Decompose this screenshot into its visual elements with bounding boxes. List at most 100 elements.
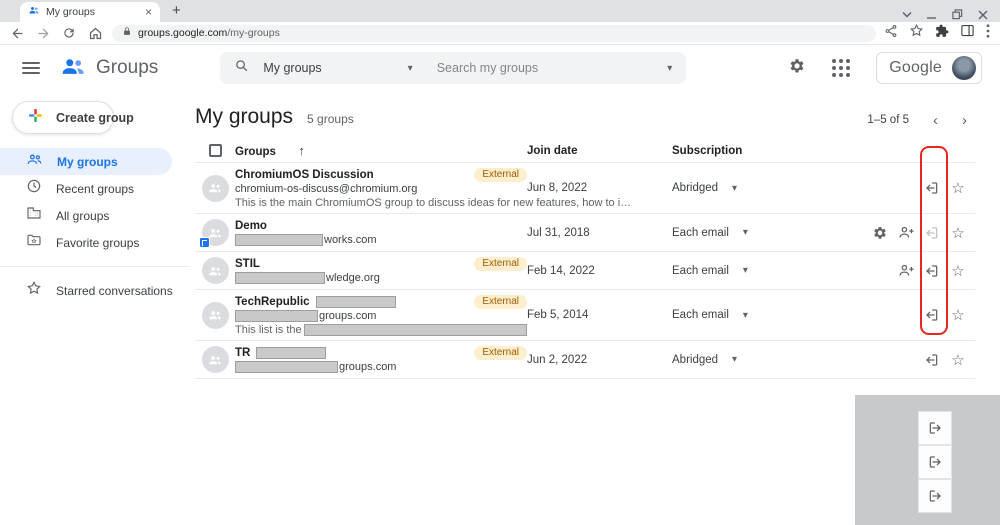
column-groups[interactable]: Groups xyxy=(235,146,276,158)
subscription-value: Each email xyxy=(672,226,729,239)
sidebar-item-recent-groups[interactable]: Recent groups xyxy=(0,175,190,202)
table-row[interactable]: Demo works.com Jul 31, 2018 Each email ▾… xyxy=(195,214,975,252)
close-icon[interactable] xyxy=(978,10,988,20)
table-header: Groups ↑ Join date Subscription xyxy=(195,139,975,163)
browser-tab[interactable]: My groups × xyxy=(20,2,160,22)
side-panel-icon[interactable] xyxy=(960,23,975,43)
sidebar-item-my-groups[interactable]: My groups xyxy=(0,148,172,175)
avatar[interactable] xyxy=(952,56,976,80)
chevron-down-icon: ▾ xyxy=(742,265,748,276)
sidebar-item-all-groups[interactable]: All groups xyxy=(0,202,190,229)
bookmark-star-icon[interactable] xyxy=(909,23,924,43)
sign-out-icon xyxy=(918,479,952,513)
external-badge: External xyxy=(474,167,527,182)
join-date: Jul 31, 2018 xyxy=(527,226,590,239)
sidebar: Create group My groups Recent groups All… xyxy=(0,91,190,524)
group-name: Demo xyxy=(235,219,267,232)
group-email: groups.com xyxy=(339,361,397,373)
column-join-date[interactable]: Join date xyxy=(527,145,672,157)
star-button[interactable]: ☆ xyxy=(945,348,971,372)
extensions-icon[interactable] xyxy=(935,24,949,43)
subscription-select[interactable]: Each email ▾ xyxy=(672,227,802,239)
group-settings-button[interactable] xyxy=(867,221,893,245)
minimize-icon[interactable] xyxy=(927,10,937,20)
table-row[interactable]: STIL External wledge.org Feb 14, 2022 Ea… xyxy=(195,252,975,290)
leave-group-button[interactable] xyxy=(919,176,945,200)
search-input[interactable]: Search my groups xyxy=(437,61,668,75)
new-tab-button[interactable]: + xyxy=(172,2,181,20)
google-account-pill[interactable]: Google xyxy=(876,52,982,84)
group-avatar-icon xyxy=(198,219,229,248)
groups-favicon-icon xyxy=(28,3,40,21)
redacted-text xyxy=(303,323,527,336)
group-email: wledge.org xyxy=(326,272,380,284)
search-bar[interactable]: My groups ▾ Search my groups ▾ xyxy=(220,52,687,84)
subscription-value: Each email xyxy=(672,309,729,321)
inset-strip xyxy=(918,411,952,513)
subscription-select[interactable]: Abridged ▾ xyxy=(672,182,802,194)
search-options-icon[interactable]: ▾ xyxy=(667,63,672,74)
address-bar[interactable]: groups.google.com/my-groups xyxy=(112,24,876,42)
select-all-checkbox[interactable] xyxy=(208,144,222,157)
star-button[interactable]: ☆ xyxy=(945,221,971,245)
add-members-button[interactable] xyxy=(893,259,919,283)
google-apps-icon[interactable] xyxy=(832,59,851,77)
chevron-down-icon[interactable] xyxy=(902,11,912,18)
star-button[interactable]: ☆ xyxy=(945,259,971,283)
tab-close-icon[interactable]: × xyxy=(145,5,152,19)
sidebar-item-favorite-groups[interactable]: Favorite groups xyxy=(0,229,190,256)
browser-menu-icon[interactable] xyxy=(986,23,990,43)
external-badge: External xyxy=(474,294,527,309)
leave-group-button[interactable] xyxy=(919,221,945,245)
star-button[interactable]: ☆ xyxy=(945,303,971,327)
star-button[interactable]: ☆ xyxy=(945,176,971,200)
search-scope-select[interactable]: My groups xyxy=(263,61,321,75)
back-icon[interactable] xyxy=(8,24,26,42)
home-icon[interactable] xyxy=(86,24,104,42)
leave-group-button[interactable] xyxy=(919,348,945,372)
subscription-select[interactable]: Each email ▾ xyxy=(672,265,802,277)
redacted-text xyxy=(235,310,318,322)
page-next-icon[interactable]: › xyxy=(962,113,967,128)
sidebar-item-starred-conversations[interactable]: Starred conversations xyxy=(0,277,190,304)
folder-icon xyxy=(26,232,42,253)
sign-out-icon xyxy=(918,445,952,479)
add-members-button[interactable] xyxy=(893,221,919,245)
leave-group-button[interactable] xyxy=(919,259,945,283)
group-avatar-icon xyxy=(201,174,229,202)
divider xyxy=(0,266,190,267)
sort-ascending-icon[interactable]: ↑ xyxy=(298,143,305,158)
join-date: Feb 14, 2022 xyxy=(527,264,595,277)
chevron-down-icon[interactable]: ▾ xyxy=(408,63,413,74)
reload-icon[interactable] xyxy=(60,24,78,42)
create-group-button[interactable]: Create group xyxy=(12,101,134,134)
page-title: My groups xyxy=(195,105,294,128)
external-badge: External xyxy=(474,256,527,271)
subscription-select[interactable]: Abridged ▾ xyxy=(672,354,802,366)
url-path: /my-groups xyxy=(227,27,280,39)
column-subscription[interactable]: Subscription xyxy=(672,145,742,157)
forward-icon[interactable] xyxy=(34,24,52,42)
chevron-down-icon: ▾ xyxy=(732,182,738,194)
app-name: Groups xyxy=(96,57,159,78)
subscription-value: Each email xyxy=(672,264,729,277)
page-previous-icon[interactable]: ‹ xyxy=(933,113,938,128)
group-description: This is the main ChromiumOS group to dis… xyxy=(235,196,632,209)
restore-icon[interactable] xyxy=(952,9,963,20)
domain-icon xyxy=(26,205,42,226)
group-email: works.com xyxy=(324,234,377,246)
share-icon[interactable] xyxy=(884,24,898,43)
plus-icon xyxy=(27,107,44,129)
table-row[interactable]: TR External groups.com Jun 2, 2022 Abrid… xyxy=(195,341,975,379)
settings-gear-icon[interactable] xyxy=(788,57,806,80)
subscription-value: Abridged xyxy=(672,182,719,194)
group-email: chromium-os-discuss@chromium.org xyxy=(235,183,418,195)
group-name: STIL xyxy=(235,257,260,270)
table-row[interactable]: ChromiumOS Discussion External chromium-… xyxy=(195,163,975,214)
redacted-text xyxy=(315,295,396,308)
table-row[interactable]: TechRepublic External groups.com This li… xyxy=(195,290,975,341)
subscription-select[interactable]: Each email ▾ xyxy=(672,309,802,321)
leave-group-button[interactable] xyxy=(919,303,945,327)
browser-window: My groups × + groups.google.com/my-group… xyxy=(0,0,1000,525)
menu-icon[interactable] xyxy=(22,59,40,77)
